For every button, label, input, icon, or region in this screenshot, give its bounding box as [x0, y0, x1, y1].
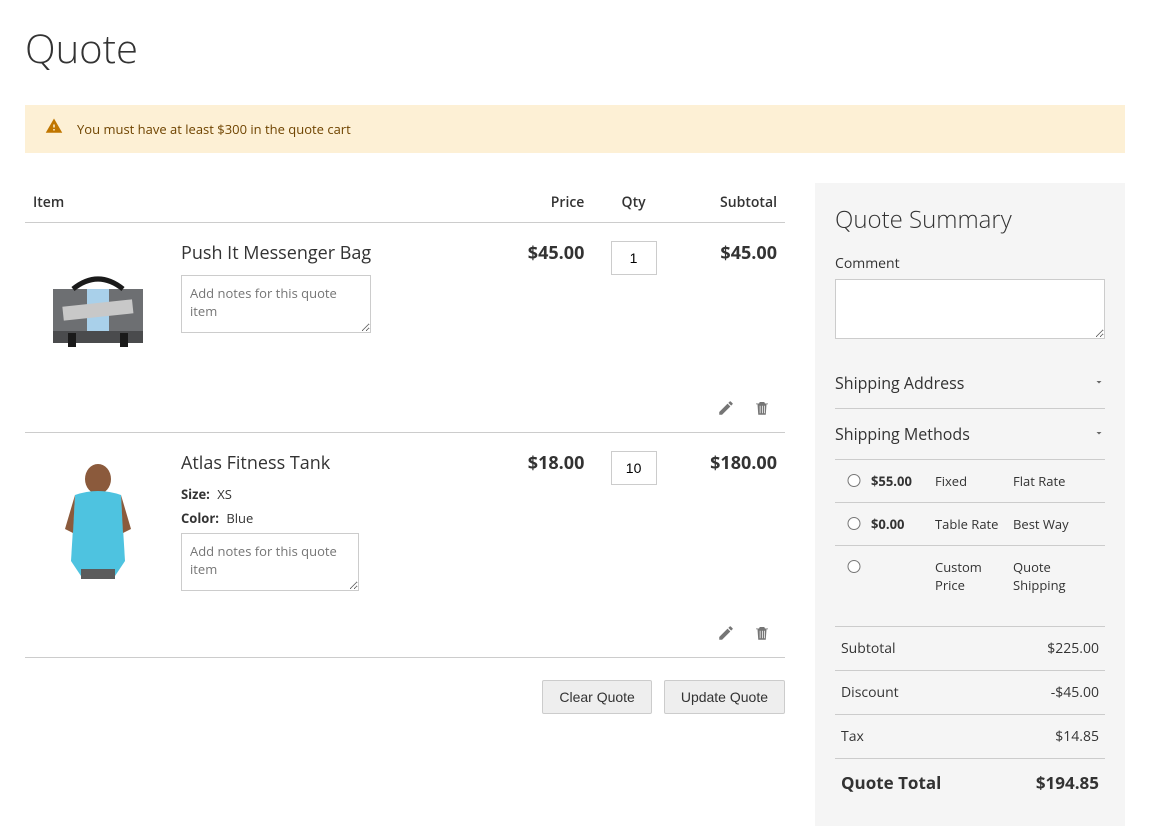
item-subtotal: $180.00 [675, 433, 785, 607]
shipping-address-toggle[interactable]: Shipping Address [835, 358, 1105, 409]
tax-value: $14.85 [1055, 727, 1099, 746]
method-carrier: Quote Shipping [1013, 558, 1105, 594]
shipping-method-row: Custom Price Quote Shipping [835, 545, 1105, 606]
product-image[interactable] [33, 241, 163, 371]
trash-icon[interactable] [753, 624, 771, 647]
discount-value: -$45.00 [1051, 683, 1099, 702]
method-name: Table Rate [935, 515, 1007, 533]
item-price: $18.00 [496, 433, 593, 607]
clear-quote-button[interactable]: Clear Quote [542, 680, 651, 714]
trash-icon[interactable] [753, 399, 771, 422]
cart-actions: Clear Quote Update Quote [25, 680, 785, 714]
product-image[interactable] [33, 451, 163, 581]
method-name: Fixed [935, 472, 1007, 490]
attribute-value: XS [217, 485, 232, 503]
shipping-methods-toggle[interactable]: Shipping Methods [835, 409, 1105, 459]
tax-label: Tax [841, 727, 864, 746]
edit-icon[interactable] [717, 399, 735, 422]
table-row: Atlas Fitness Tank Size: XS Color: Blue [25, 433, 785, 607]
method-carrier: Flat Rate [1013, 472, 1105, 490]
notes-input[interactable] [181, 275, 371, 333]
method-price: $55.00 [871, 472, 929, 490]
tax-row: Tax $14.85 [835, 714, 1105, 758]
item-price: $45.00 [496, 223, 593, 382]
subtotal-value: $225.00 [1047, 639, 1099, 658]
shipping-methods-label: Shipping Methods [835, 423, 970, 445]
shipping-methods-list: $55.00 Fixed Flat Rate $0.00 Table Rate … [835, 459, 1105, 606]
discount-label: Discount [841, 683, 899, 702]
notes-input[interactable] [181, 533, 359, 591]
comment-label: Comment [835, 254, 1105, 273]
product-name[interactable]: Atlas Fitness Tank [181, 451, 488, 475]
product-name[interactable]: Push It Messenger Bag [181, 241, 488, 265]
page-title: Quote [25, 20, 1125, 75]
grand-total-row: Quote Total $194.85 [835, 758, 1105, 806]
subtotal-row: Subtotal $225.00 [835, 626, 1105, 670]
attribute-row: Color: Blue [181, 509, 488, 527]
qty-input[interactable] [611, 451, 657, 485]
shipping-method-row: $0.00 Table Rate Best Way [835, 502, 1105, 545]
grand-total-label: Quote Total [841, 771, 941, 794]
attribute-row: Size: XS [181, 485, 488, 503]
table-row-actions [25, 381, 785, 433]
totals-section: Subtotal $225.00 Discount -$45.00 Tax $1… [835, 626, 1105, 806]
edit-icon[interactable] [717, 624, 735, 647]
method-name: Custom Price [935, 558, 1007, 594]
discount-row: Discount -$45.00 [835, 670, 1105, 714]
warning-banner: You must have at least $300 in the quote… [25, 105, 1125, 153]
header-price: Price [496, 183, 593, 223]
chevron-down-icon [1093, 375, 1105, 392]
attribute-label: Color: [181, 509, 219, 527]
shipping-address-label: Shipping Address [835, 372, 964, 394]
item-subtotal: $45.00 [675, 223, 785, 382]
qty-input[interactable] [611, 241, 657, 275]
summary-title: Quote Summary [835, 203, 1105, 236]
shipping-method-radio[interactable] [843, 560, 865, 573]
header-subtotal: Subtotal [675, 183, 785, 223]
comment-input[interactable] [835, 279, 1105, 339]
table-row: Push It Messenger Bag $45.00 $45.00 [25, 223, 785, 382]
warning-icon [45, 117, 63, 141]
quote-summary: Quote Summary Comment Shipping Address S… [815, 183, 1125, 826]
items-table: Item Price Qty Subtotal [25, 183, 785, 658]
shipping-method-radio[interactable] [843, 517, 865, 530]
shipping-method-radio[interactable] [843, 474, 865, 487]
warning-text: You must have at least $300 in the quote… [77, 120, 351, 138]
attribute-label: Size: [181, 485, 210, 503]
grand-total-value: $194.85 [1036, 771, 1099, 794]
update-quote-button[interactable]: Update Quote [664, 680, 785, 714]
chevron-down-icon [1093, 426, 1105, 443]
subtotal-label: Subtotal [841, 639, 896, 658]
attribute-value: Blue [226, 509, 253, 527]
method-price: $0.00 [871, 515, 929, 533]
items-section: Item Price Qty Subtotal [25, 183, 785, 714]
shipping-method-row: $55.00 Fixed Flat Rate [835, 459, 1105, 502]
method-carrier: Best Way [1013, 515, 1105, 533]
table-row-actions [25, 606, 785, 658]
header-item: Item [25, 183, 496, 223]
header-qty: Qty [592, 183, 674, 223]
